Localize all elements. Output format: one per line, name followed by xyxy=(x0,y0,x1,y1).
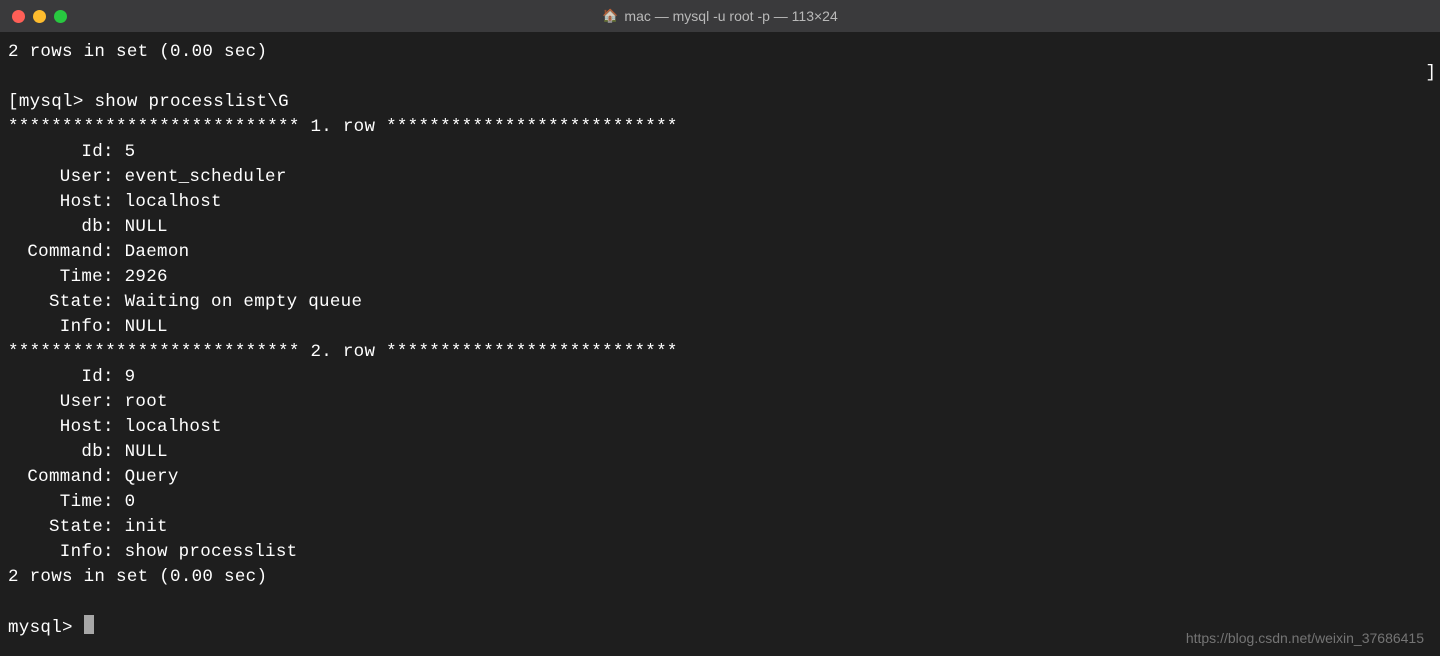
row2-state: init xyxy=(125,517,168,537)
result-summary: 2 rows in set (0.00 sec) xyxy=(8,567,267,587)
row2-command: Query xyxy=(125,467,179,487)
field-host-label: Host xyxy=(8,190,103,215)
field-time-label-2: Time xyxy=(8,490,103,515)
row1-command: Daemon xyxy=(125,242,190,262)
titlebar: 🏠 mac — mysql -u root -p — 113×24 xyxy=(0,0,1440,32)
maximize-icon[interactable] xyxy=(54,10,67,23)
row2-db: NULL xyxy=(125,442,168,462)
row1-id: 5 xyxy=(125,142,136,162)
row2-info: show processlist xyxy=(125,542,298,562)
field-info-label: Info xyxy=(8,315,103,340)
field-command-label: Command xyxy=(8,240,103,265)
minimize-icon[interactable] xyxy=(33,10,46,23)
row1-separator: *************************** 1. row *****… xyxy=(8,117,678,137)
row1-user: event_scheduler xyxy=(125,167,287,187)
row2-id: 9 xyxy=(125,367,136,387)
field-state-label: State xyxy=(8,290,103,315)
field-info-label-2: Info xyxy=(8,540,103,565)
field-id-label-2: Id xyxy=(8,365,103,390)
close-icon[interactable] xyxy=(12,10,25,23)
field-user-label-2: User xyxy=(8,390,103,415)
cursor-icon xyxy=(84,615,94,634)
field-user-label: User xyxy=(8,165,103,190)
final-prompt: mysql> xyxy=(8,618,84,638)
field-state-label-2: State xyxy=(8,515,103,540)
field-db-label: db xyxy=(8,215,103,240)
row1-db: NULL xyxy=(125,217,168,237)
row2-time: 0 xyxy=(125,492,136,512)
traffic-lights xyxy=(12,10,67,23)
watermark: https://blog.csdn.net/weixin_37686415 xyxy=(1186,630,1424,646)
field-time-label: Time xyxy=(8,265,103,290)
field-host-label-2: Host xyxy=(8,415,103,440)
row2-user: root xyxy=(125,392,168,412)
prompt-bracket-left: [ xyxy=(8,92,19,112)
row1-host: localhost xyxy=(125,192,222,212)
field-id-label: Id xyxy=(8,140,103,165)
field-command-label-2: Command xyxy=(8,465,103,490)
row2-separator: *************************** 2. row *****… xyxy=(8,342,678,362)
command-text: show processlist\G xyxy=(94,92,288,112)
row1-time: 2926 xyxy=(125,267,168,287)
prev-summary: 2 rows in set (0.00 sec) xyxy=(8,42,267,62)
row1-state: Waiting on empty queue xyxy=(125,292,363,312)
right-bracket: ] xyxy=(1425,63,1436,83)
row1-info: NULL xyxy=(125,317,168,337)
prompt: mysql> xyxy=(19,92,95,112)
title-text: mac — mysql -u root -p — 113×24 xyxy=(624,8,837,24)
home-icon: 🏠 xyxy=(602,8,618,24)
window-title: 🏠 mac — mysql -u root -p — 113×24 xyxy=(0,8,1440,24)
row2-host: localhost xyxy=(125,417,222,437)
field-db-label-2: db xyxy=(8,440,103,465)
terminal-body[interactable]: 2 rows in set (0.00 sec) [mysql> show pr… xyxy=(0,32,1440,649)
